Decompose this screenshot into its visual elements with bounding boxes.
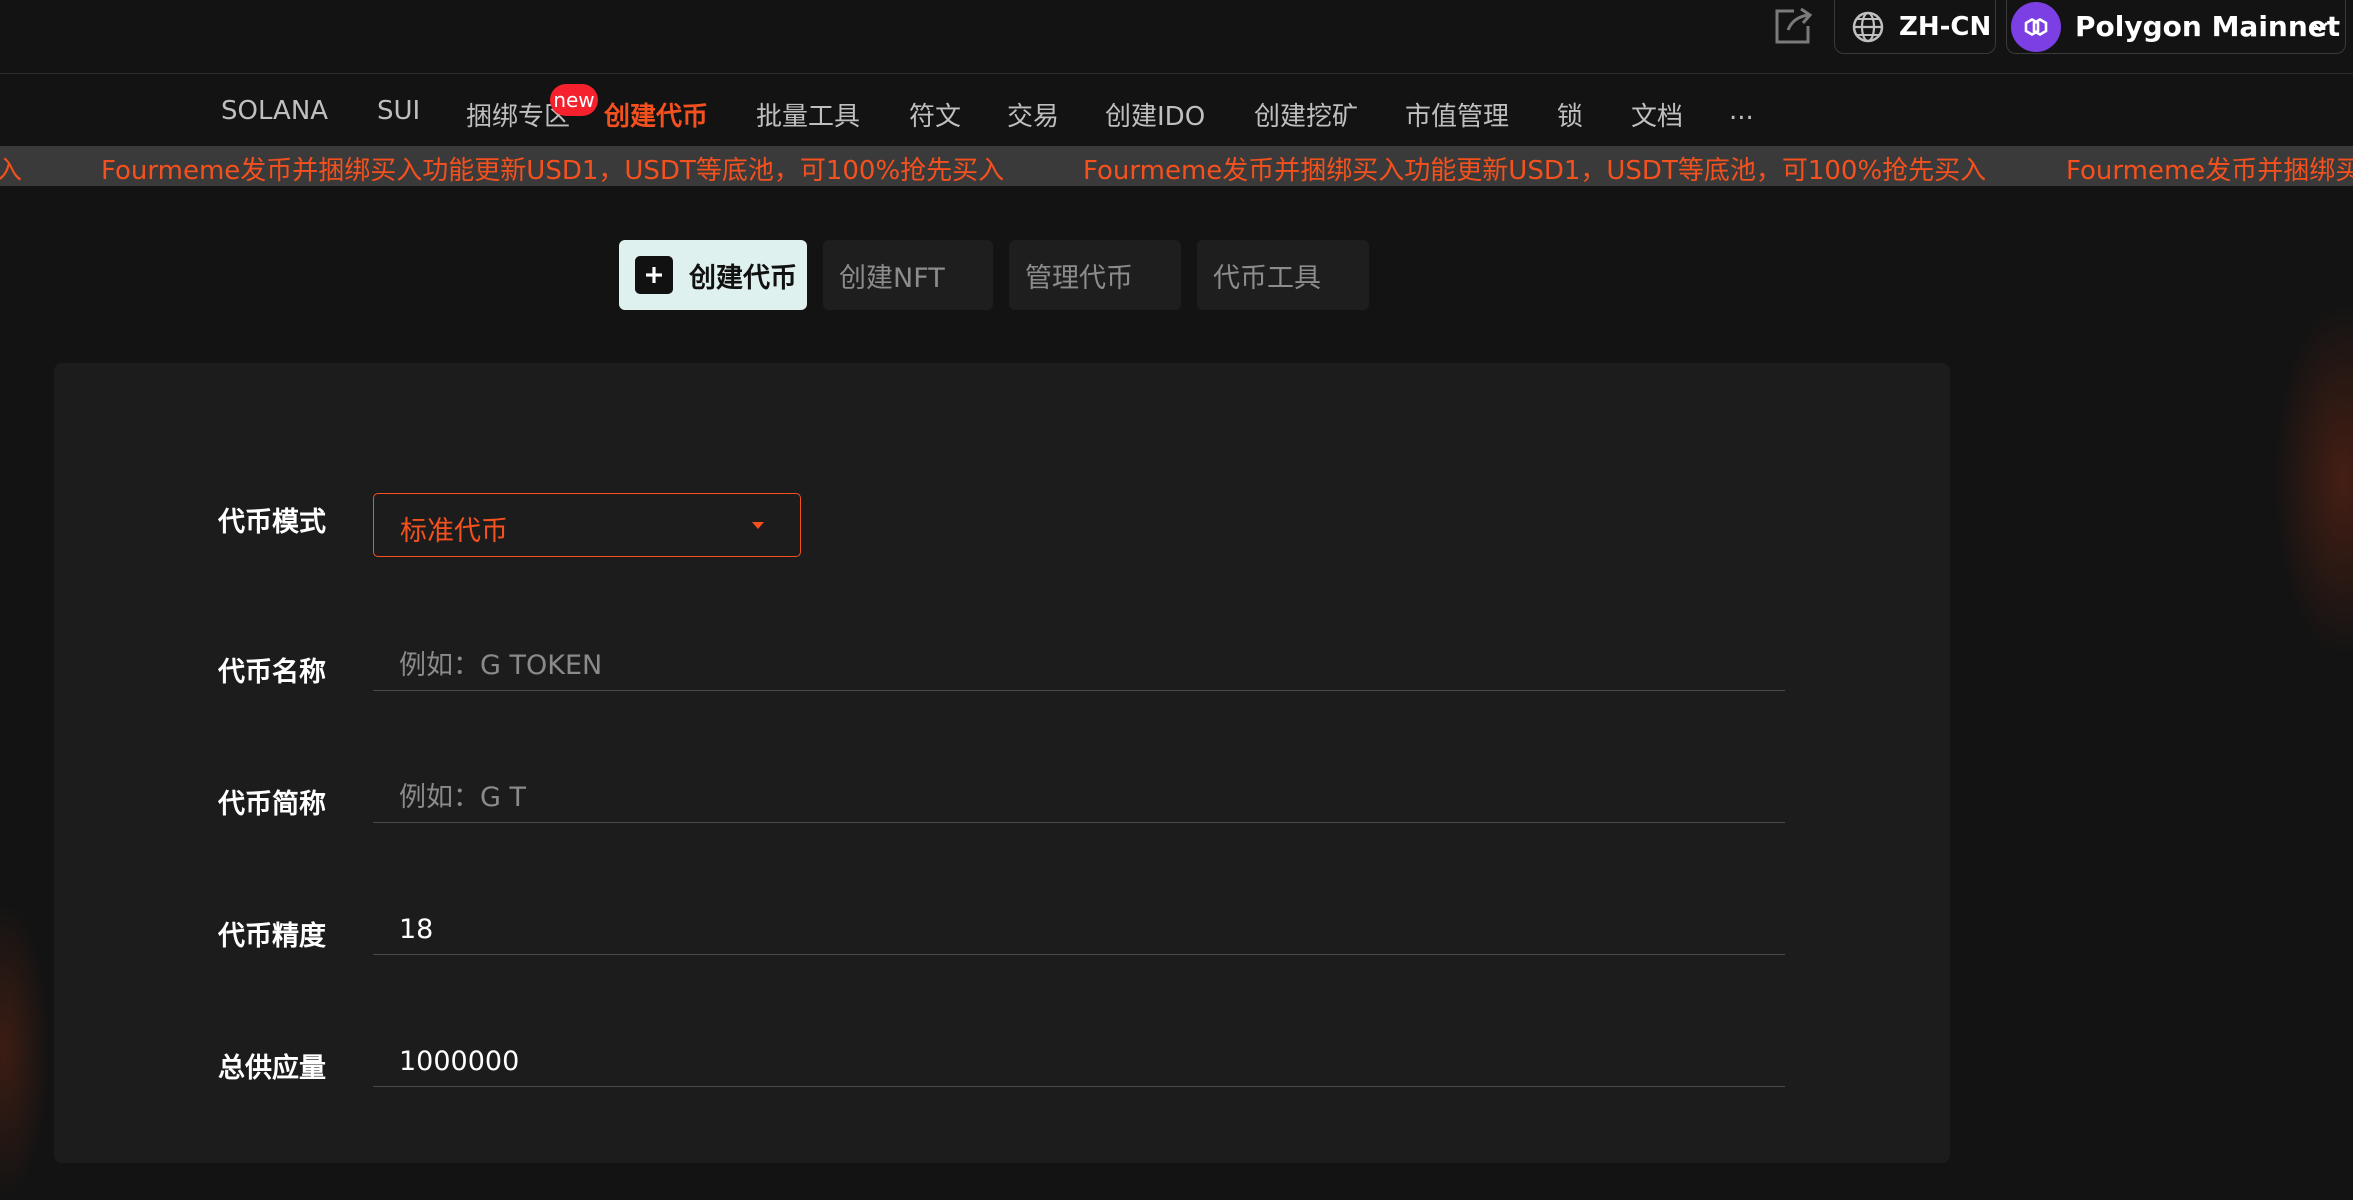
nav-item-create-mining[interactable]: 创建挖矿 [1254, 96, 1358, 133]
globe-icon [1852, 11, 1884, 42]
chevron-down-icon [2312, 22, 2328, 32]
nav-item-create-ido[interactable]: 创建IDO [1105, 96, 1205, 133]
background-glow [0, 900, 50, 1200]
token-mode-value: 标准代币 [400, 516, 508, 547]
polygon-logo [2011, 1, 2061, 52]
token-decimals-input[interactable] [373, 905, 1785, 955]
token-symbol-label: 代币简称 [218, 789, 326, 820]
tab-label: 创建NFT [839, 262, 945, 294]
token-mode-select[interactable]: 标准代币 [373, 493, 801, 557]
network-label: Polygon Mainnet [2075, 10, 2341, 43]
nav-item-solana[interactable]: SOLANA [221, 96, 328, 126]
share-button[interactable] [1772, 6, 1814, 46]
nav-item-sui[interactable]: SUI [377, 96, 420, 126]
add-file-icon [635, 256, 673, 294]
marquee-text: Fourmeme发币并捆绑买入功能更新USD1，USDT等底池，可100%抢先买… [101, 156, 1005, 186]
tab-manage-token[interactable]: 管理代币 [1009, 240, 1181, 310]
nav-item-runes[interactable]: 符文 [909, 96, 961, 133]
tab-label: 管理代币 [1025, 262, 1133, 294]
token-name-label: 代币名称 [218, 657, 326, 688]
token-name-input[interactable] [373, 641, 1785, 691]
new-badge: new [550, 84, 598, 116]
tab-label: 代币工具 [1213, 262, 1321, 294]
language-selector[interactable]: ZH-CN [1834, 0, 1996, 54]
main-nav: SOLANA SUI 捆绑专区 创建代币 批量工具 符文 交易 创建IDO 创建… [0, 74, 2353, 146]
share-icon [1775, 7, 1813, 44]
nav-item-more[interactable]: ... [1729, 96, 1754, 126]
marquee-text: Fourmeme发币并捆绑买入功能更新USD1，USDT等底池，可100%抢先买… [1083, 156, 1987, 186]
nav-item-docs[interactable]: 文档 [1631, 96, 1683, 133]
token-decimals-label: 代币精度 [218, 921, 326, 952]
background-glow [2273, 300, 2353, 660]
nav-item-lock[interactable]: 锁 [1557, 96, 1583, 133]
create-token-form: 代币模式 标准代币 代币名称 代币简称 代币精度 总供应量 [54, 363, 1950, 1163]
announcement-marquee: 入 Fourmeme发币并捆绑买入功能更新USD1，USDT等底池，可100%抢… [0, 146, 2353, 186]
token-mode-label: 代币模式 [218, 507, 326, 538]
tab-label: 创建代币 [689, 262, 797, 294]
marquee-text: Fourmeme发币并捆绑买 [2066, 156, 2353, 186]
total-supply-label: 总供应量 [218, 1053, 326, 1084]
top-bar: ZH-CN Polygon Mainnet [0, 0, 2353, 74]
language-label: ZH-CN [1899, 11, 1992, 42]
marquee-text: 入 [0, 156, 23, 186]
total-supply-input[interactable] [373, 1037, 1785, 1087]
caret-down-icon [752, 522, 764, 529]
token-symbol-input[interactable] [373, 773, 1785, 823]
nav-item-batch-tools[interactable]: 批量工具 [756, 96, 860, 133]
nav-item-trade[interactable]: 交易 [1007, 96, 1059, 133]
nav-item-create-token[interactable]: 创建代币 [604, 96, 708, 133]
tab-create-nft[interactable]: 创建NFT [823, 240, 993, 310]
network-selector[interactable]: Polygon Mainnet [2006, 0, 2346, 54]
tab-token-tools[interactable]: 代币工具 [1197, 240, 1369, 310]
tab-create-token[interactable]: 创建代币 [619, 240, 807, 310]
nav-item-market-cap[interactable]: 市值管理 [1405, 96, 1509, 133]
